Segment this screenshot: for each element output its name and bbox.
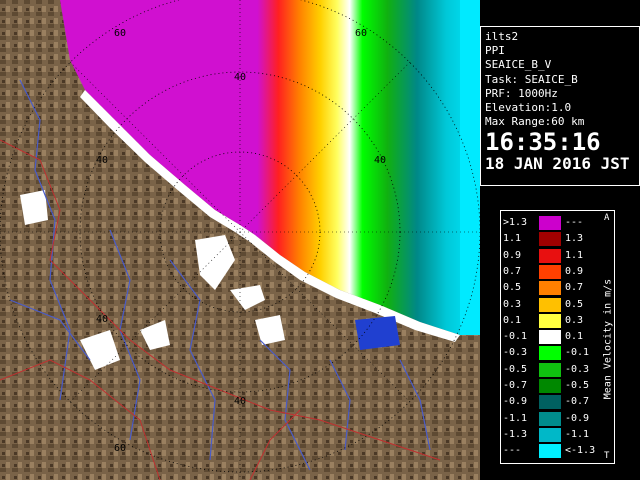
legend-lower-value: ---: [565, 217, 584, 228]
range-label: 40: [374, 155, 387, 166]
range-label: 40: [96, 314, 109, 325]
legend-row: -0.9 -0.7: [503, 394, 601, 410]
legend-row: 0.7 0.9: [503, 264, 601, 280]
legend-lower-value: 0.7: [565, 282, 584, 294]
legend-color-swatch: [539, 264, 561, 279]
range-label: 40: [96, 155, 109, 166]
legend-color-swatch: [539, 248, 561, 263]
legend-row: 1.1 1.3: [503, 231, 601, 247]
legend-row: -0.1 0.1: [503, 329, 601, 345]
legend-color-swatch: [539, 281, 561, 296]
legend-color-swatch: [539, 232, 561, 247]
legend-upper-value: -1.3: [503, 428, 528, 440]
legend-upper-value: 0.9: [503, 249, 522, 261]
legend-color-swatch: [539, 411, 561, 426]
legend-row: --- <-1.3: [503, 443, 601, 459]
legend-upper-value: 0.1: [503, 314, 522, 326]
legend-upper-value: 0.5: [503, 282, 522, 294]
legend-lower-value: -0.5: [565, 380, 590, 391]
legend-lower-value: 1.1: [565, 249, 584, 261]
legend-color-swatch: [539, 346, 561, 361]
range-label: 60: [114, 28, 127, 39]
legend-upper-value: -1.1: [503, 412, 528, 424]
legend-upper-value: ---: [503, 445, 522, 457]
legend-lower-value: 0.3: [565, 314, 584, 326]
legend-row: 0.1 0.3: [503, 313, 601, 329]
range-label: 40: [234, 396, 247, 407]
legend-row: -1.1 -0.9: [503, 411, 601, 427]
legend-color-swatch: [539, 330, 561, 345]
site-name: ilts2: [485, 30, 519, 43]
scan-date: 18 JAN 2016 JST: [485, 154, 630, 174]
legend-color-swatch: [539, 216, 561, 230]
legend-color-swatch: [539, 379, 561, 393]
legend-row: -1.3 -1.1: [503, 427, 601, 443]
scan-time: 16:35:16: [485, 128, 601, 157]
task-name: Task: SEAICE_B: [485, 72, 578, 86]
product-type: PPI: [485, 44, 505, 58]
max-range-value: Max Range:60 km: [485, 115, 585, 129]
legend-lower-value: <-1.3: [565, 445, 596, 457]
legend-lower-value: -0.3: [565, 363, 590, 375]
legend-row: -0.5 -0.3: [503, 362, 601, 378]
legend-lower-value: 1.3: [565, 233, 584, 245]
legend-row: -0.3 -0.1: [503, 345, 601, 361]
legend-row: 0.3 0.5: [503, 297, 601, 313]
legend-row: 0.5 0.7: [503, 280, 601, 296]
legend-upper-value: 0.3: [503, 298, 522, 310]
prf-value: PRF: 1000Hz: [485, 86, 558, 100]
legend-color-swatch: [539, 395, 561, 410]
legend-upper-value: 0.7: [503, 265, 522, 277]
legend-upper-value: -0.5: [503, 363, 528, 375]
legend-lower-value: 0.9: [565, 265, 584, 277]
legend-upper-value: -0.3: [503, 347, 528, 359]
legend-color-swatch: [539, 362, 561, 377]
legend-upper-value: -0.7: [503, 380, 528, 391]
elevation-value: Elevation:1.0: [485, 101, 572, 115]
info-panel: ilts2 PPI SEAICE_B_V Task: SEAICE_B PRF:…: [480, 26, 640, 186]
legend-lower-value: -0.9: [565, 412, 590, 424]
legend-upper-value: 1.1: [503, 233, 522, 245]
volume-name: SEAICE_B_V: [485, 58, 552, 72]
legend-lower-value: -1.1: [565, 428, 590, 440]
legend-upper-value: >1.3: [503, 217, 528, 228]
legend-lower-value: -0.7: [565, 396, 590, 408]
legend-lower-value: 0.5: [565, 298, 584, 310]
legend-lower-value: 0.1: [565, 331, 584, 343]
legend-color-swatch: [539, 427, 561, 442]
legend-lower-value: -0.1: [565, 347, 590, 359]
velocity-legend: >1.3 --- 1.1 1.3 0.9 1.1 0.7 0.9 0.5 0.7 0.3 0.5 0.1…: [500, 210, 615, 464]
legend-row: >1.3 ---: [503, 215, 601, 231]
range-label: 60: [114, 443, 127, 454]
radar-ppi-display[interactable]: 60 60 40 40 40 40 40 60: [0, 0, 480, 480]
legend-title: Mean Velocity in m/s: [602, 278, 614, 400]
range-label: 60: [355, 28, 368, 39]
legend-color-swatch: [539, 444, 561, 459]
range-label: 40: [234, 72, 247, 83]
legend-row: 0.9 1.1: [503, 248, 601, 264]
legend-upper-value: -0.9: [503, 396, 528, 408]
legend-color-swatch: [539, 313, 561, 328]
legend-title-box: Mean Velocity in m/s: [601, 221, 615, 457]
legend-upper-value: -0.1: [503, 331, 528, 343]
legend-color-swatch: [539, 297, 561, 312]
legend-row: -0.7 -0.5: [503, 378, 601, 394]
legend-corner-bottom: T: [604, 451, 610, 461]
